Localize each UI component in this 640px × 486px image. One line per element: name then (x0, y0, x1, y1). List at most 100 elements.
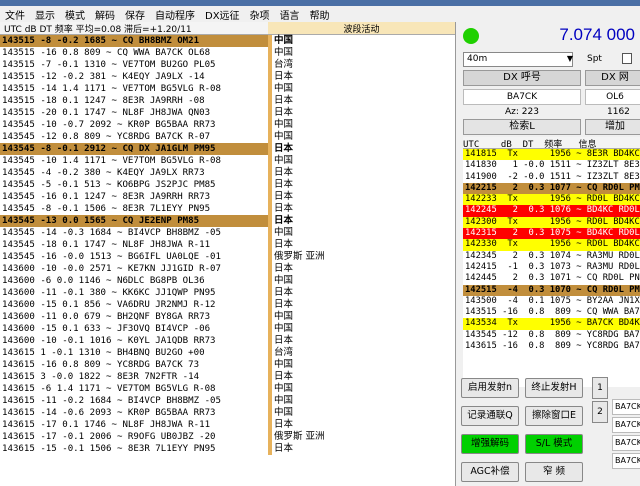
dx-grid-input[interactable]: OL6 (585, 89, 640, 105)
chevron-down-icon[interactable]: ▼ (565, 52, 575, 67)
table-row[interactable]: 143545 -13 0.0 1565 ~ CQ JE2ENP PM85 日本 (0, 215, 455, 227)
list-item[interactable]: 141830 1 -0.0 1511 ~ IZ3ZLT 8E3 (463, 160, 640, 171)
list-item[interactable]: 141900 -2 -0.0 1511 ~ IZ3ZLT 8E3 (463, 172, 640, 183)
table-row[interactable]: 143545 -8 -0.1 2912 ~ CQ DX JA1GLM PM95 日… (0, 143, 455, 155)
menu-decode[interactable]: 解码 (90, 7, 120, 22)
table-row[interactable]: 143615 1 -0.1 1310 ~ BH4BNQ BU2GO +00 台湾 (0, 347, 455, 359)
list-item[interactable]: 143545 -12 0.8 809 ~ YC8RDG BA7 (463, 330, 640, 341)
menu-help[interactable]: 帮助 (305, 7, 335, 22)
table-row[interactable]: 143545 -8 -0.1 1506 ~ 8E3R 7L1EYY PN95 日本 (0, 203, 455, 215)
add-button[interactable]: 增加 (585, 119, 640, 135)
menu-auto[interactable]: 自动程序 (150, 7, 200, 22)
table-row[interactable]: 143615 -17 0.1 1746 ~ NL8F JH8JWA R-11 日本 (0, 419, 455, 431)
country-label: 中国 (268, 407, 455, 419)
menu-dxped[interactable]: DX远征 (200, 7, 245, 22)
list-item[interactable]: 143534 Tx 1956 ~ BA7CK BD4KC (463, 318, 640, 330)
list-item[interactable]: 142215 2 0.3 1077 ~ CQ RD0L PM (463, 182, 640, 195)
table-row[interactable]: 143600 -15 0.1 856 ~ VA6DRU JR2NMJ R-12 日… (0, 299, 455, 311)
table-row[interactable]: 143515 -14 1.4 1171 ~ VE7TOM BG5VLG R-08… (0, 83, 455, 95)
tab-call-cell[interactable]: BA7CK (612, 417, 640, 433)
table-row[interactable]: 143545 -18 0.1 1747 ~ NL8F JH8JWA R-11 日本 (0, 239, 455, 251)
menu-language[interactable]: 语言 (275, 7, 305, 22)
table-row[interactable]: 143600 -6 0.0 1146 ~ N6DLC BG8PB OL36 中国 (0, 275, 455, 287)
list-item[interactable]: 142300 Tx 1956 ~ RD0L BD4KC (463, 216, 640, 229)
list-item[interactable]: 142330 Tx 1956 ~ RD0L BD4KC (463, 239, 640, 251)
log-qso-button[interactable]: 记录通联Q (461, 406, 519, 426)
table-row[interactable]: 143600 -15 0.1 633 ~ JF3OVQ BI4VCP -06 中国 (0, 323, 455, 335)
narrow-button[interactable]: 窄 频 (525, 462, 583, 482)
tab-call-cell[interactable]: BA7CK (612, 399, 640, 415)
table-row[interactable]: 143615 3 -0.0 1822 ~ 8E3R 7N2FTR -14 日本 (0, 371, 455, 383)
menu-misc[interactable]: 杂项 (245, 7, 275, 22)
list-item[interactable]: 142345 2 0.3 1074 ~ RA3MU RD0L (463, 251, 640, 262)
menu-mode[interactable]: 模式 (60, 7, 90, 22)
tab-call-cell[interactable]: BA7CK (612, 453, 640, 469)
table-row[interactable]: 143545 -10 1.4 1171 ~ VE7TOM BG5VLG R-08… (0, 155, 455, 167)
tab-1[interactable]: 1 (592, 377, 608, 399)
agc-button[interactable]: AGC补偿 (461, 462, 519, 482)
table-row[interactable]: 143615 -16 0.8 809 ~ YC8RDG BA7CK 73 中国 (0, 359, 455, 371)
table-row[interactable]: 143545 -14 -0.3 1684 ~ BI4VCP BH8BMZ -05… (0, 227, 455, 239)
list-item[interactable]: 143615 -16 0.8 809 ~ YC8RDG BA7 (463, 341, 640, 352)
list-item[interactable]: 142515 -4 0.3 1070 ~ CQ RD0L PM (463, 284, 640, 296)
country-label: 中国 (268, 83, 455, 95)
rx-frequency-list[interactable]: 141815 Tx 1956 ~ 8E3R BD4KC 141830 1 -0.0… (463, 149, 640, 387)
table-row[interactable]: 143545 -5 -0.1 513 ~ KO6BPG JS2PJC PM85 日… (0, 179, 455, 191)
decode-message: 143545 -8 -0.1 2912 ~ CQ DX JA1GLM PM95 (0, 143, 268, 155)
enhanced-decode-button[interactable]: 增强解码 (461, 434, 519, 454)
band-select[interactable]: 40m (463, 52, 573, 67)
dx-call-input[interactable]: BA7CK (463, 89, 581, 105)
table-row[interactable]: 143615 -11 -0.2 1684 ~ BI4VCP BH8BMZ -05… (0, 395, 455, 407)
table-row[interactable]: 143615 -14 -0.6 2093 ~ KR0P BG5BAA RR73 中… (0, 407, 455, 419)
list-item[interactable]: 141815 Tx 1956 ~ 8E3R BD4KC (463, 149, 640, 161)
list-item[interactable]: 143515 -16 0.8 809 ~ CQ WWA BA7 (463, 307, 640, 318)
table-row[interactable]: 143545 -10 -0.7 2092 ~ KR0P BG5BAA RR73 中… (0, 119, 455, 131)
erase-button[interactable]: 擦除窗口E (525, 406, 583, 426)
country-label: 中国 (268, 395, 455, 407)
table-row[interactable]: 143515 -7 -0.1 1310 ~ VE7TOM BU2GO PL05 台… (0, 59, 455, 71)
enable-tx-button[interactable]: 启用发射n (461, 378, 519, 398)
table-row[interactable]: 143600 -11 -0.1 380 ~ KK6KC JJ1QWP PN95 日… (0, 287, 455, 299)
table-row[interactable]: 143600 -10 -0.1 1016 ~ K0YL JA1QDB RR73 日… (0, 335, 455, 347)
decode-message: 143600 -6 0.0 1146 ~ N6DLC BG8PB OL36 (2, 276, 205, 286)
list-item[interactable]: 142245 2 0.3 1076 ~ BD4KC RD0L (463, 205, 640, 217)
band-activity-panel[interactable]: UTC dB DT 频率 平均=0.08 滞后=+1.20/11 波段活动 14… (0, 22, 456, 486)
table-row[interactable]: 143615 -6 1.4 1171 ~ VE7TOM BG5VLG R-08 中… (0, 383, 455, 395)
lookup-button[interactable]: 检索L (463, 119, 581, 135)
country-label: 日本 (268, 215, 455, 227)
table-row[interactable]: 143515 -8 -0.2 1685 ~ CQ BH8BMZ OM21 中国 (0, 35, 455, 47)
halt-tx-button[interactable]: 终止发射H (525, 378, 583, 398)
table-row[interactable]: 143515 -16 0.8 809 ~ CQ WWA BA7CK OL68 中国 (0, 47, 455, 59)
table-row[interactable]: 143600 -10 -0.0 2571 ~ KE7KN JJ1GID R-07… (0, 263, 455, 275)
table-row[interactable]: 143615 -17 -0.1 2006 ~ R9OFG UB0JBZ -20 俄… (0, 431, 455, 443)
menu-save[interactable]: 保存 (120, 7, 150, 22)
list-item[interactable]: 142445 2 0.3 1071 ~ CQ RD0L PN (463, 273, 640, 284)
country-label: 日本 (268, 419, 455, 431)
dx-grid-button[interactable]: DX 网 (585, 70, 640, 86)
country-label: 中国 (268, 35, 455, 47)
table-row[interactable]: 143515 -18 0.1 1247 ~ 8E3R JA9RRH -08 日本 (0, 95, 455, 107)
list-item[interactable]: 143500 -4 0.1 1075 ~ BY2AA JN1X (463, 296, 640, 307)
list-item[interactable]: 142233 Tx 1956 ~ RD0L BD4KC (463, 194, 640, 206)
table-row[interactable]: 143600 -11 0.0 679 ~ BH2QNF BY8GA RR73 中国 (0, 311, 455, 323)
country-label: 中国 (268, 119, 455, 131)
decode-list[interactable]: 143515 -8 -0.2 1685 ~ CQ BH8BMZ OM21 中国 14… (0, 35, 455, 455)
table-row[interactable]: 143515 -12 -0.2 381 ~ K4EQY JA9LX -14 日本 (0, 71, 455, 83)
band-activity-title: 波段活动 (268, 22, 455, 35)
menu-view[interactable]: 显示 (30, 7, 60, 22)
dx-call-button[interactable]: DX 呼号 (463, 70, 581, 86)
table-row[interactable]: 143545 -16 0.1 1247 ~ 8E3R JA9RRH RR73 日本 (0, 191, 455, 203)
tab-call-cell[interactable]: BA7CK (612, 435, 640, 451)
sl-mode-button[interactable]: S/L 模式 (525, 434, 583, 454)
list-item[interactable]: 142415 -1 0.3 1073 ~ RA3MU RD0L (463, 262, 640, 273)
table-row[interactable]: 143545 -4 -0.2 380 ~ K4EQY JA9LX RR73 日本 (0, 167, 455, 179)
table-row[interactable]: 143545 -12 0.8 809 ~ YC8RDG BA7CK R-07 中国 (0, 131, 455, 143)
table-row[interactable]: 143545 -16 -0.0 1513 ~ BG6IFL UA0LQE -01… (0, 251, 455, 263)
menu-file[interactable]: 文件 (0, 7, 30, 22)
table-row[interactable]: 143515 -20 0.1 1747 ~ NL8F JH8JWA QN03 日本 (0, 107, 455, 119)
table-row[interactable]: 143615 -15 -0.1 1506 ~ 8E3R 7L1EYY PN95 日… (0, 443, 455, 455)
spt-checkbox[interactable] (622, 53, 632, 64)
list-item[interactable]: 142315 2 0.3 1075 ~ BD4KC RD0L (463, 228, 640, 240)
tab-2[interactable]: 2 (592, 401, 608, 423)
dial-frequency: 7.074 000 (559, 25, 635, 44)
